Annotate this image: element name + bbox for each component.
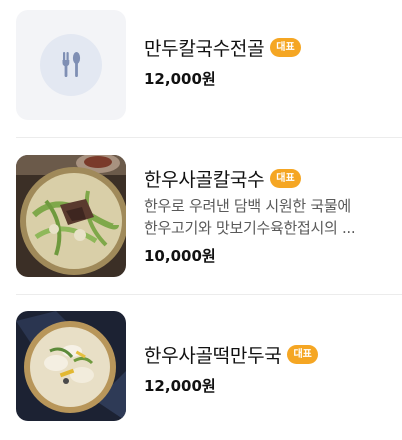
menu-item-name: 한우사골떡만두국 bbox=[144, 344, 282, 367]
divider bbox=[16, 294, 402, 295]
menu-item-info: 만두칼국수전골 대표 12,000원 bbox=[144, 34, 400, 89]
menu-item-price: 10,000원 bbox=[144, 247, 216, 265]
menu-list: 만두칼국수전골 대표 12,000원 한우사골칼국수 대표 한우로 우려낸 담백… bbox=[0, 0, 402, 440]
representative-badge: 대표 bbox=[287, 344, 318, 364]
menu-item-name: 한우사골칼국수 bbox=[144, 168, 265, 191]
menu-item-description-line: 한우고기와 맛보기수육한접시의 ... bbox=[144, 219, 356, 237]
menu-item-name: 만두칼국수전골 bbox=[144, 37, 265, 60]
menu-item[interactable]: 한우사골떡만두국 대표 12,000원 bbox=[16, 311, 400, 421]
representative-badge: 대표 bbox=[270, 168, 301, 188]
representative-badge: 대표 bbox=[270, 37, 301, 57]
tteok-mandu-soup-photo-illustration bbox=[16, 311, 126, 421]
menu-item-name-row: 한우사골떡만두국 대표 bbox=[144, 341, 400, 367]
menu-item-info: 한우사골떡만두국 대표 12,000원 bbox=[144, 341, 400, 396]
menu-item-price: 12,000원 bbox=[144, 70, 216, 88]
menu-item-image bbox=[16, 155, 126, 277]
kalguksu-photo-illustration bbox=[16, 155, 126, 277]
menu-item[interactable]: 한우사골칼국수 대표 한우로 우려낸 담백 시원한 국물에 한우고기와 맛보기수… bbox=[16, 155, 400, 277]
menu-item-image bbox=[16, 311, 126, 421]
menu-item-name-row: 한우사골칼국수 대표 bbox=[144, 165, 400, 191]
menu-item-info: 한우사골칼국수 대표 한우로 우려낸 담백 시원한 국물에 한우고기와 맛보기수… bbox=[144, 165, 400, 266]
menu-item[interactable]: 만두칼국수전골 대표 12,000원 bbox=[16, 10, 400, 120]
menu-item-image-placeholder bbox=[16, 10, 126, 120]
menu-item-name-row: 만두칼국수전골 대표 bbox=[144, 34, 400, 60]
menu-item-description: 한우로 우려낸 담백 시원한 국물에 한우고기와 맛보기수육한접시의 ... bbox=[144, 195, 400, 239]
divider bbox=[16, 137, 402, 138]
menu-item-price: 12,000원 bbox=[144, 377, 216, 395]
menu-item-description-line: 한우로 우려낸 담백 시원한 국물에 bbox=[144, 197, 351, 215]
fork-spoon-icon bbox=[62, 52, 81, 77]
